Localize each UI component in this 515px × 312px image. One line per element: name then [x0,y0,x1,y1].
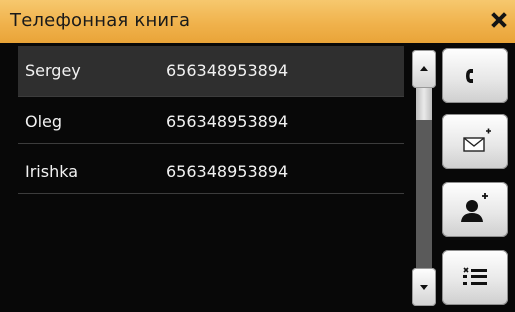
contact-name: Oleg [25,112,63,131]
delete-list-icon [463,267,487,285]
contact-number: 656348953894 [166,61,289,80]
contact-row[interactable]: Irishka 656348953894 [18,147,404,197]
window-title: Телефонная книга [10,10,191,31]
add-contact-icon [461,193,488,222]
triangle-up-icon [420,66,428,71]
contact-number: 656348953894 [166,162,289,181]
delete-list-button[interactable] [442,250,508,305]
contact-row[interactable]: Oleg 656348953894 [18,97,404,147]
contact-number: 656348953894 [166,112,289,131]
triangle-down-icon [420,285,428,290]
row-divider [18,143,404,144]
close-icon[interactable] [491,12,507,28]
contact-list: Sergey 656348953894 Oleg 656348953894 Ir… [18,46,404,308]
scroll-up-button[interactable] [412,50,436,88]
contact-row[interactable]: Sergey 656348953894 [18,46,404,96]
add-contact-button[interactable] [442,182,508,237]
new-message-icon [463,128,491,152]
new-message-button[interactable] [442,114,508,169]
phone-icon [466,69,473,83]
scrollbar-thumb[interactable] [416,88,432,120]
row-divider [18,193,404,194]
title-bar: Телефонная книга [0,0,515,43]
contact-name: Sergey [25,61,81,80]
phonebook-window: Телефонная книга Sergey 656348953894 Ole… [0,0,515,312]
scroll-down-button[interactable] [412,268,436,306]
call-button[interactable] [442,48,508,103]
contact-name: Irishka [25,162,79,181]
